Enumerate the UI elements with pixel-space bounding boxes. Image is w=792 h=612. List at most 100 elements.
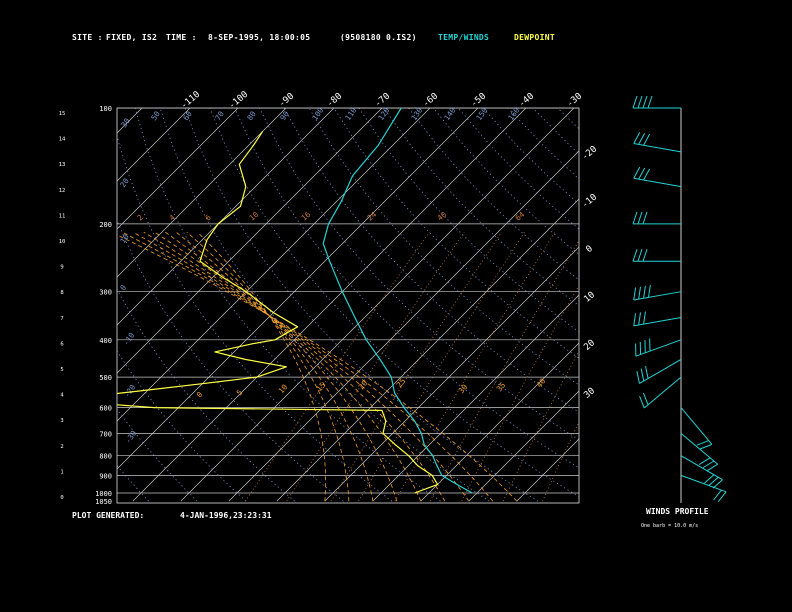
mixing-ratio-line	[461, 284, 579, 502]
dry-adiabat-label: 80	[245, 109, 258, 122]
height-tick-label: 3	[60, 418, 63, 424]
wind-barb-flag	[699, 443, 713, 450]
mixing-ratio-line	[358, 231, 525, 502]
wind-barb-shaft	[643, 376, 682, 409]
dry-adiabat-line	[184, 108, 539, 502]
pressure-tick-label: 1050	[95, 498, 112, 506]
wet-adiabat-label: 35	[495, 381, 508, 394]
temperature-tick-label: -10	[580, 192, 599, 210]
pressure-tick-label: 300	[99, 289, 112, 297]
wind-barb-flag	[632, 95, 638, 109]
mixing-ratio-label: 64	[514, 210, 527, 223]
isotherm-line	[117, 108, 239, 230]
wind-barb-flag	[696, 440, 709, 446]
moist-adiabat-line	[117, 234, 518, 502]
wind-barb	[636, 359, 682, 384]
isotherm-line	[117, 108, 335, 326]
height-tick-label: 8	[60, 290, 63, 296]
pressure-tick-label: 400	[99, 337, 112, 345]
wet-adiabat-label: 20	[357, 378, 370, 391]
dry-adiabat-label: 50	[149, 109, 162, 122]
isotherm-line	[117, 108, 479, 470]
height-tick-label: 13	[59, 162, 66, 168]
height-tick-label: 4	[60, 393, 64, 399]
wind-barb-flag	[642, 392, 649, 405]
mixing-ratio-line	[542, 421, 579, 502]
wet-adiabat-label: 5	[235, 388, 245, 397]
wet-adiabat-label: 25	[395, 377, 408, 390]
height-tick-label: 5	[60, 367, 63, 373]
wind-barb	[635, 338, 682, 357]
wind-barb-flag	[638, 312, 642, 326]
wet-adiabat-label: 30	[457, 382, 470, 395]
wind-barb-flag	[632, 211, 638, 225]
pressure-tick-label: 800	[99, 453, 112, 461]
dry-adiabat-label: -30	[123, 428, 138, 445]
wet-adiabat-label: 15	[315, 381, 328, 394]
mixing-ratio-line	[502, 349, 579, 502]
temperature-tick-label: 10	[582, 290, 597, 305]
height-tick-label: 7	[60, 316, 63, 322]
pressure-tick-label: 700	[99, 430, 112, 438]
dry-adiabat-line	[117, 219, 344, 502]
wind-barb	[680, 407, 713, 450]
wind-barb-flag	[640, 368, 645, 382]
wind-barb-flag	[633, 313, 637, 326]
wind-barb-flag	[643, 168, 651, 181]
moist-adiabat-line	[132, 231, 470, 502]
isotherm-line	[0, 108, 94, 501]
wind-barb	[639, 376, 682, 409]
height-tick-label: 14	[59, 137, 66, 143]
wind-barb	[632, 95, 681, 109]
wind-barb-flag	[642, 95, 648, 109]
isotherm-line	[468, 390, 579, 502]
isotherm-line	[228, 150, 579, 502]
wind-barb-flag	[643, 311, 646, 325]
wind-barb	[680, 432, 719, 472]
pressure-tick-label: 900	[99, 472, 112, 480]
dry-adiabat-line	[457, 108, 579, 230]
wind-barb-flag	[638, 133, 646, 145]
dry-adiabat-label: 30	[119, 116, 132, 129]
wind-barb-flag	[636, 370, 640, 384]
height-tick-label: 12	[59, 188, 66, 194]
temperature-tick-label: -40	[517, 91, 536, 109]
dry-adiabat-line	[433, 108, 579, 255]
dry-adiabat-line	[117, 408, 198, 502]
pressure-tick-label: 500	[99, 374, 112, 382]
height-tick-label: 2	[60, 444, 63, 450]
dry-adiabat-line	[117, 350, 247, 502]
height-tick-label: 11	[59, 213, 66, 219]
temperature-tick-label: 20	[582, 338, 597, 353]
wind-barb-shaft	[633, 177, 682, 188]
wind-barb-flag	[643, 285, 646, 299]
wind-barb	[680, 474, 727, 503]
dry-adiabat-line	[209, 108, 579, 498]
skew-t-chart: 1002003004005006007008009001000105001234…	[0, 90, 727, 506]
dry-adiabat-label: -10	[121, 330, 136, 347]
isotherm-line	[420, 342, 579, 502]
height-tick-label: 10	[59, 239, 66, 245]
wet-adiabat-label: 0	[195, 390, 205, 400]
wind-barb-flag	[702, 460, 715, 469]
wind-barb-flag	[633, 287, 637, 301]
temperature-tick-label: -60	[421, 91, 440, 109]
dry-adiabat-line	[408, 108, 579, 281]
pressure-tick-label: 200	[99, 221, 112, 229]
wet-adiabat-label: 10	[277, 382, 290, 395]
wind-barb-flag	[638, 167, 646, 180]
mixing-ratio-line	[245, 231, 430, 502]
dry-adiabat-label: 0	[118, 283, 128, 292]
dry-adiabat-line	[557, 108, 579, 130]
mixing-ratio-label: 6	[204, 212, 214, 222]
wind-barb-shaft	[639, 359, 682, 384]
height-tick-label: 6	[60, 341, 63, 347]
wind-barb-flag	[637, 249, 643, 262]
height-tick-label: 15	[59, 111, 66, 117]
wind-barb-flag	[637, 211, 643, 225]
dry-adiabat-line	[283, 108, 579, 413]
temperature-tick-label: -90	[277, 91, 296, 109]
moist-adiabat-line	[164, 231, 398, 502]
wind-barb	[633, 132, 682, 153]
isotherm-line	[324, 246, 579, 502]
